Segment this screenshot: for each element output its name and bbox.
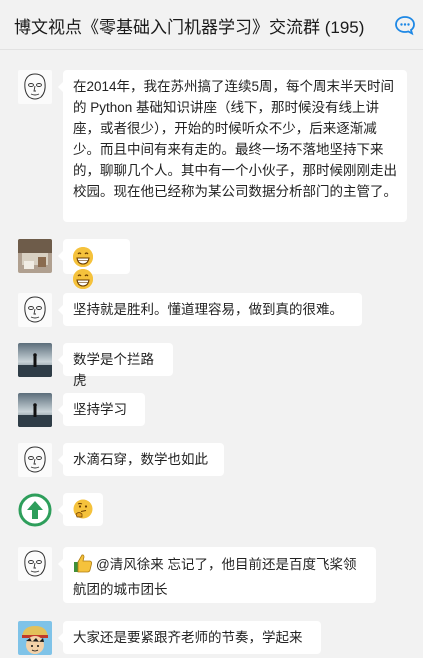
message-bubble[interactable]	[58, 239, 130, 289]
green-up-arrow-avatar[interactable]	[18, 493, 52, 527]
message-bubble[interactable]: 大家还是要紧跟齐老师的节奏，学起来	[58, 621, 321, 654]
sketch-face-avatar[interactable]	[18, 547, 52, 581]
message-text: 在2014年，我在苏州搞了连续5周，每个周末半天时间的 Python 基础知识讲…	[73, 79, 397, 199]
message-bubble[interactable]: 坚持学习	[58, 393, 145, 426]
anime-character-avatar[interactable]	[18, 621, 52, 655]
message-text: 数学是个拦路虎	[73, 352, 154, 388]
thumbs-up-emoji	[73, 553, 93, 579]
message-bubble[interactable]: 坚持就是胜利。懂道理容易，做到真的很难。	[58, 293, 362, 326]
grinning-face-emoji	[73, 268, 93, 289]
chat-header: 博文视点《零基础入门机器学习》交流群 (195)	[0, 0, 423, 50]
message-text: 大家还是要紧跟齐老师的节奏，学起来	[73, 630, 303, 645]
message-bubble[interactable]	[58, 493, 103, 526]
message-text: @清风徐来 忘记了，他目前还是百度飞桨领航团的城市团长	[73, 557, 357, 597]
grinning-face-emoji	[73, 247, 93, 268]
message-bubble[interactable]: 在2014年，我在苏州搞了连续5周，每个周末半天时间的 Python 基础知识讲…	[58, 70, 407, 222]
message-bubble[interactable]: 水滴石穿，数学也如此	[58, 443, 224, 476]
sketch-face-avatar[interactable]	[18, 443, 52, 477]
sunset-figure-avatar[interactable]	[18, 393, 52, 427]
message-text: 水滴石穿，数学也如此	[73, 452, 208, 467]
sunset-figure-avatar[interactable]	[18, 343, 52, 377]
sketch-face-avatar[interactable]	[18, 70, 52, 104]
group-title[interactable]: 博文视点《零基础入门机器学习》交流群 (195)	[14, 13, 364, 38]
sketch-face-avatar[interactable]	[18, 293, 52, 327]
message-bubble[interactable]: @清风徐来 忘记了，他目前还是百度飞桨领航团的城市团长	[58, 547, 376, 603]
chat-bubble-icon[interactable]	[394, 14, 416, 36]
desk-photo-avatar[interactable]	[18, 239, 52, 273]
message-text: 坚持就是胜利。懂道理容易，做到真的很难。	[73, 302, 343, 317]
message-bubble[interactable]: 数学是个拦路虎	[58, 343, 173, 388]
thinking-face-emoji	[73, 499, 93, 525]
message-text: 坚持学习	[73, 402, 127, 417]
